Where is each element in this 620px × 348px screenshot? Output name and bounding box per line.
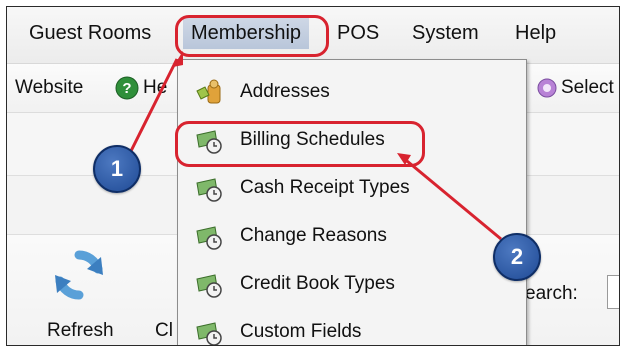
callout-badge-1: 1 (93, 145, 141, 193)
callout-badge-2: 2 (493, 233, 541, 281)
app-window: Guest Rooms Membership POS System Help W… (6, 6, 620, 346)
